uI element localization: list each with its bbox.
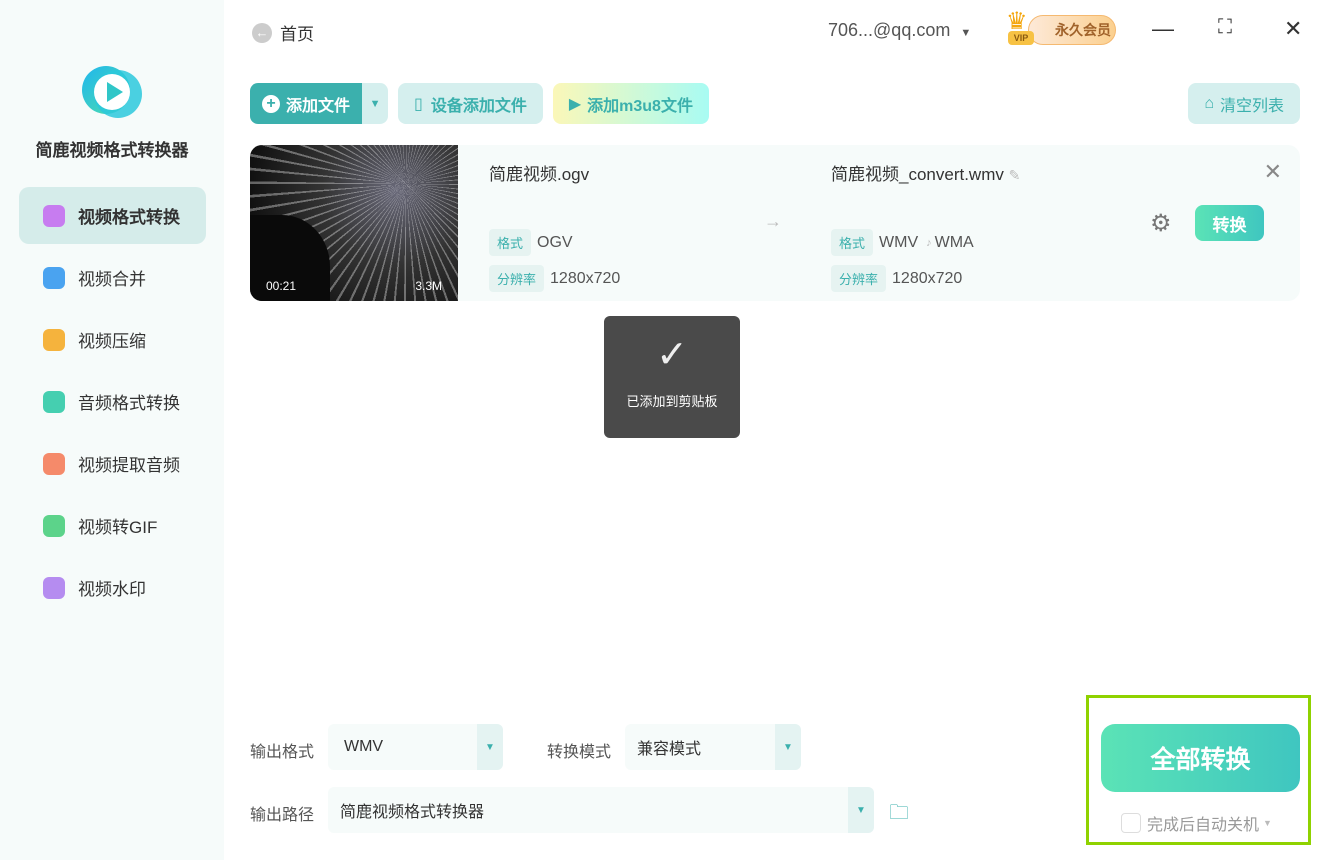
sidebar-item-label: 视频格式转换 — [78, 208, 180, 227]
vip-badge-text: VIP — [1008, 31, 1034, 45]
broom-icon: ⌂ — [1204, 94, 1214, 112]
target-filename[interactable]: 简鹿视频_convert.wmv ✎ — [831, 160, 1020, 185]
source-format: OGV — [537, 233, 573, 251]
music-icon — [43, 390, 65, 413]
caret-down-icon[interactable]: ▼ — [1263, 818, 1272, 828]
auto-shutdown-option[interactable]: 完成后自动关机 ▼ — [1121, 811, 1272, 835]
audio-note-icon: ♪ — [926, 236, 932, 249]
checkmark-icon: ✓ — [656, 334, 688, 376]
clear-list-label: 清空列表 — [1219, 97, 1284, 115]
back-arrow-icon: ← — [252, 22, 272, 43]
toast: ✓ 已添加到剪贴板 — [604, 316, 740, 438]
sidebar-item-video-merge[interactable]: 视频合并 — [19, 249, 206, 306]
target-format: WMV — [879, 233, 919, 251]
resolution-tag: 分辨率 — [489, 265, 545, 292]
home-back-button[interactable]: ← 首页 — [252, 20, 314, 45]
video-compress-icon — [43, 328, 65, 351]
minimize-button[interactable]: — — [1152, 16, 1174, 42]
top-bar: ← 首页 706...@qq.com ▼ 永久会员 ♛ VIP — ⛶ ✕ — [224, 0, 1326, 64]
sidebar-item-label: 视频压缩 — [78, 332, 146, 351]
sidebar: 简鹿视频格式转换器 视频格式转换 视频合并 视频压缩 音频格式转换 视频提取音频… — [0, 0, 224, 860]
toast-message: 已添加到剪贴板 — [626, 394, 718, 409]
home-label: 首页 — [280, 25, 314, 44]
mode-label: 转换模式 — [547, 744, 612, 761]
format-tag: 格式 — [831, 229, 874, 256]
settings-gear-icon[interactable]: ⚙ — [1150, 209, 1172, 238]
remove-file-button[interactable]: ✕ — [1264, 159, 1282, 185]
output-path-value: 简鹿视频格式转换器 — [340, 804, 485, 821]
output-format-select[interactable]: WMV ▼ — [328, 724, 503, 770]
sidebar-item-watermark[interactable]: 视频水印 — [19, 559, 206, 616]
app-title: 简鹿视频格式转换器 — [35, 141, 189, 160]
vip-badge[interactable]: 永久会员 ♛ VIP — [1006, 8, 1116, 47]
caret-down-icon: ▼ — [848, 787, 874, 833]
format-tag: 格式 — [489, 229, 532, 256]
add-file-dropdown[interactable]: ▼ — [362, 83, 389, 124]
account-dropdown[interactable]: 706...@qq.com ▼ — [828, 20, 971, 41]
resolution-tag: 分辨率 — [831, 265, 887, 292]
arrow-right-icon: → — [764, 211, 782, 231]
sidebar-item-label: 视频合并 — [78, 270, 146, 289]
device-add-button[interactable]: ▯ 设备添加文件 — [398, 83, 543, 124]
account-email: 706...@qq.com — [828, 20, 951, 40]
sidebar-item-video-convert[interactable]: 视频格式转换 — [19, 187, 206, 244]
output-path-label: 输出路径 — [250, 807, 315, 824]
convert-button[interactable]: 转换 — [1195, 205, 1264, 241]
sidebar-nav: 视频格式转换 视频合并 视频压缩 音频格式转换 视频提取音频 视频转GIF 视频… — [19, 187, 206, 621]
sidebar-item-label: 视频转GIF — [78, 518, 158, 537]
target-audio: WMA — [934, 233, 974, 251]
caret-down-icon: ▼ — [960, 27, 972, 39]
edit-pencil-icon[interactable]: ✎ — [1009, 167, 1021, 183]
auto-shutdown-checkbox[interactable] — [1121, 813, 1141, 833]
add-file-label: 添加文件 — [286, 97, 351, 115]
sidebar-item-label: 音频格式转换 — [78, 394, 180, 413]
sidebar-item-label: 视频提取音频 — [78, 456, 180, 475]
gif-icon — [43, 514, 65, 537]
output-format-value: WMV — [344, 738, 384, 755]
mode-select[interactable]: 兼容模式 ▼ — [625, 724, 801, 770]
target-resolution: 1280x720 — [892, 269, 963, 287]
app-logo — [82, 66, 142, 118]
video-thumbnail[interactable]: 00:21 3.3M — [250, 145, 458, 301]
sidebar-item-video-gif[interactable]: 视频转GIF — [19, 497, 206, 554]
vip-label: 永久会员 — [1055, 22, 1111, 38]
device-add-label: 设备添加文件 — [430, 97, 527, 115]
add-file-button[interactable]: + 添加文件 — [250, 83, 363, 124]
close-button[interactable]: ✕ — [1284, 16, 1302, 42]
mode-value: 兼容模式 — [637, 741, 702, 758]
convert-all-button[interactable]: 全部转换 — [1101, 724, 1300, 792]
clear-list-button[interactable]: ⌂ 清空列表 — [1188, 83, 1300, 124]
extract-audio-icon — [43, 452, 65, 475]
caret-down-icon: ▼ — [775, 724, 801, 770]
video-duration: 00:21 — [266, 279, 297, 293]
sidebar-item-video-compress[interactable]: 视频压缩 — [19, 311, 206, 368]
plus-icon: + — [262, 94, 280, 113]
m3u8-file-icon: ▶ — [568, 95, 582, 113]
output-path-select[interactable]: 简鹿视频格式转换器 ▼ — [328, 787, 874, 833]
folder-icon[interactable]: 🗀 — [889, 798, 909, 832]
toolbar: + 添加文件 ▼ ▯ 设备添加文件 ▶ 添加m3u8文件 — [250, 83, 709, 124]
watermark-icon — [43, 576, 65, 599]
phone-icon: ▯ — [414, 95, 423, 113]
add-m3u8-label: 添加m3u8文件 — [587, 97, 693, 115]
file-item: 00:21 3.3M 简鹿视频.ogv 格式 OGV 分辨率 1280x720 → … — [250, 145, 1300, 301]
sidebar-item-label: 视频水印 — [78, 580, 146, 599]
sidebar-item-audio-convert[interactable]: 音频格式转换 — [19, 373, 206, 430]
auto-shutdown-label: 完成后自动关机 — [1147, 817, 1260, 834]
source-resolution: 1280x720 — [550, 269, 621, 287]
sidebar-item-extract-audio[interactable]: 视频提取音频 — [19, 435, 206, 492]
add-m3u8-button[interactable]: ▶ 添加m3u8文件 — [552, 83, 709, 124]
maximize-button[interactable]: ⛶ — [1218, 16, 1232, 39]
output-format-label: 输出格式 — [250, 744, 315, 761]
video-convert-icon — [43, 204, 65, 227]
target-filename-text: 简鹿视频_convert.wmv — [831, 165, 1004, 184]
video-merge-icon — [43, 266, 65, 289]
source-filename: 简鹿视频.ogv — [489, 165, 590, 184]
caret-down-icon: ▼ — [477, 724, 503, 770]
video-size: 3.3M — [415, 279, 442, 293]
